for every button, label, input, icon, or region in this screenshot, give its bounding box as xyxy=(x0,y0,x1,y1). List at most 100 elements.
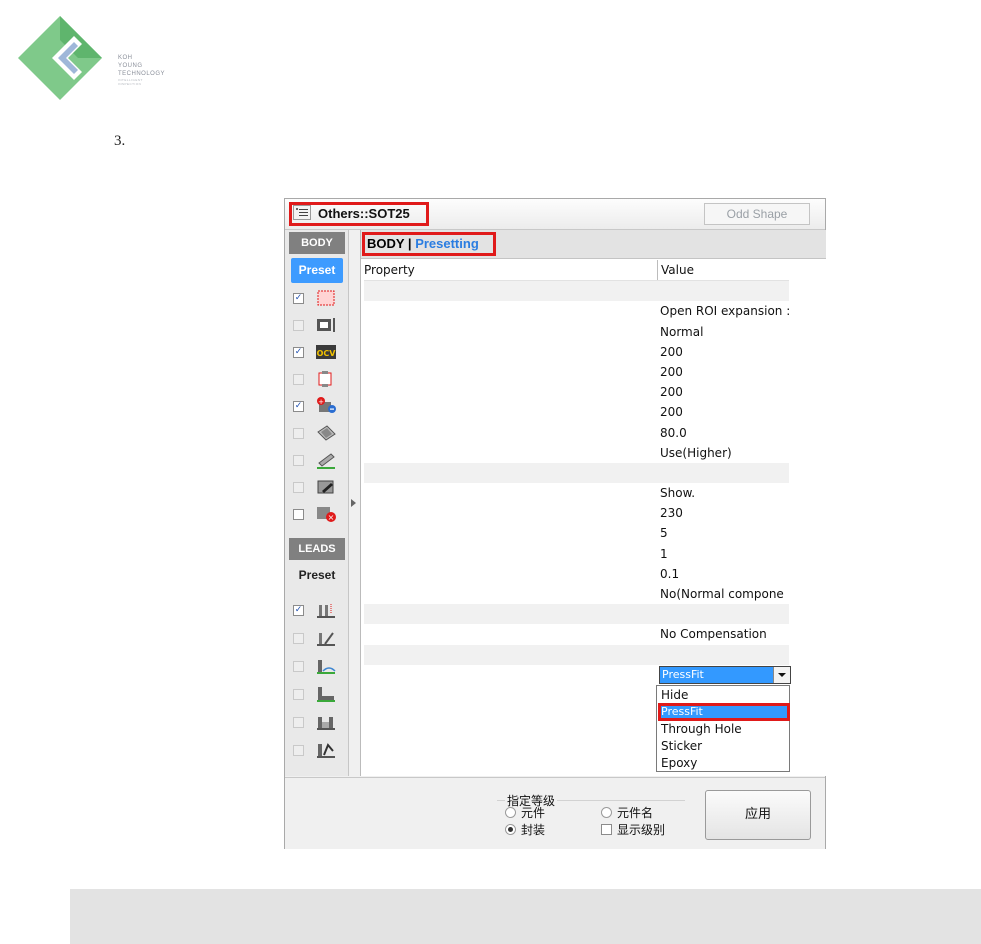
body-item-checkbox[interactable]: ✓ xyxy=(293,293,304,304)
sidebar-collapse-arrow-icon[interactable] xyxy=(351,499,356,507)
svg-text:+: + xyxy=(318,398,324,406)
presetting-tab[interactable]: Presetting xyxy=(415,236,479,251)
dropdown-option[interactable]: Through Hole xyxy=(659,721,787,737)
lead-angle-icon[interactable] xyxy=(315,629,337,647)
property-value: Normal xyxy=(660,324,704,339)
chevron-down-icon[interactable] xyxy=(773,666,790,683)
lead-item-checkbox[interactable] xyxy=(293,661,304,672)
step-number: 3. xyxy=(114,133,126,149)
property-row[interactable]: 基础 ROI 对齐模式Normal xyxy=(364,321,789,342)
body-item-checkbox[interactable]: ✓ xyxy=(293,401,304,412)
body-outline-icon[interactable] xyxy=(315,370,337,388)
panel-header: BODY | Presetting xyxy=(361,230,826,259)
category-row[interactable]: −3D ParameterShow Advanced xyxy=(364,281,789,302)
property-row[interactable]: 底部(um)200 xyxy=(364,402,789,423)
company-logo: KOH YOUNG TECHNOLOGY INTELLIGENT INSPECT… xyxy=(18,14,178,104)
property-row[interactable]: 幅度阈值(0-255)1 xyxy=(364,543,789,564)
leads-preset-button[interactable]: Preset xyxy=(291,564,343,586)
presetting-highlight-box: BODY | Presetting xyxy=(362,232,496,256)
property-row[interactable]: 编辑噪点阈值Show. xyxy=(364,483,789,504)
property-row[interactable]: 右侧(um)200 xyxy=(364,382,789,403)
property-value: Use(Higher) xyxy=(660,445,732,460)
component-radio[interactable] xyxy=(505,807,516,818)
property-row[interactable]: 暗度阈值（灰阶）5 xyxy=(364,523,789,544)
component-title: Others::SOT25 xyxy=(318,206,410,221)
odd-shape-button[interactable]: Odd Shape xyxy=(704,203,810,225)
property-value: 200 xyxy=(660,344,683,359)
body-item-checkbox[interactable] xyxy=(293,374,304,385)
body-preset-button[interactable]: Preset xyxy=(291,258,343,283)
body-item-checkbox[interactable] xyxy=(293,428,304,439)
lead-solder-icon[interactable] xyxy=(315,657,337,675)
edit-component-icon[interactable] xyxy=(315,478,337,496)
property-value: Show. xyxy=(660,486,696,501)
lead-height-icon[interactable] xyxy=(315,601,337,619)
property-row[interactable]: 亮度阈值（灰阶）230 xyxy=(364,503,789,524)
show-level-checkbox[interactable] xyxy=(601,824,612,835)
body-item-checkbox[interactable] xyxy=(293,455,304,466)
lead-foot-icon[interactable] xyxy=(315,685,337,703)
rotate-body-icon[interactable] xyxy=(315,424,337,442)
property-row[interactable]: 测量范围(%)80.0 xyxy=(364,422,789,443)
property-row[interactable]: 顶部(um)200 xyxy=(364,361,789,382)
dropdown-option[interactable]: Epoxy xyxy=(659,755,787,771)
apply-button[interactable]: 应用 xyxy=(705,790,811,840)
component-radio-label: 元件 xyxy=(521,806,546,820)
property-value: 200 xyxy=(660,364,683,379)
package-radio-label: 封装 xyxy=(521,823,546,837)
leads-section-header: LEADS xyxy=(289,538,345,560)
lead-item-checkbox[interactable] xyxy=(293,633,304,644)
lead-bend-icon[interactable] xyxy=(315,741,337,759)
body-item-checkbox[interactable] xyxy=(293,482,304,493)
property-value: 200 xyxy=(660,405,683,420)
property-value: Open ROI expansion : xyxy=(660,304,789,319)
package-radio[interactable] xyxy=(505,824,516,835)
svg-text:OCV: OCV xyxy=(317,349,337,358)
property-row[interactable]: 左侧(um)200 xyxy=(364,341,789,362)
lead-pair-icon[interactable] xyxy=(315,713,337,731)
lead-item-checkbox[interactable] xyxy=(293,745,304,756)
show-level-label: 显示级别 xyxy=(617,823,666,837)
property-value: 5 xyxy=(660,526,668,541)
body-item-checkbox[interactable] xyxy=(293,509,304,520)
selected-option-highlight-box xyxy=(658,703,790,721)
category-row[interactable]: −Parameter xyxy=(364,644,789,665)
ocv-icon[interactable]: OCV xyxy=(315,343,337,361)
lead-item-checkbox[interactable] xyxy=(293,689,304,700)
dropdown-option[interactable]: Sticker xyxy=(659,738,787,754)
dropdown-option[interactable]: Hide xyxy=(659,687,787,703)
property-row[interactable]: 更高测量Use(Higher) xyxy=(364,442,789,463)
inspection-type-dropdown: Hide PressFit Through Hole Sticker Epoxy xyxy=(656,685,790,772)
category-row[interactable]: −3D Base Parameter xyxy=(364,604,789,625)
body-section-header: BODY xyxy=(289,232,345,254)
value-column-header: Value xyxy=(657,260,789,280)
property-column-header: Property xyxy=(364,263,415,277)
reject-icon[interactable]: × xyxy=(315,505,337,523)
category-row[interactable]: −3D Noise Parameter xyxy=(364,462,789,484)
level-group: 指定等级 元件 封装 元件名 显示级别 xyxy=(497,792,687,846)
body-item-checkbox[interactable] xyxy=(293,320,304,331)
body-align-icon[interactable] xyxy=(315,316,337,334)
property-row[interactable]: 可见度阈值(0-1.0)0.1 xyxy=(364,563,789,584)
property-grid: Property Value −3D ParameterShow Advance… xyxy=(364,260,791,685)
roi-box-icon[interactable] xyxy=(315,289,337,307)
inspection-type-select[interactable]: PressFit xyxy=(659,665,791,684)
svg-text:×: × xyxy=(328,513,335,522)
lead-item-checkbox[interactable] xyxy=(293,717,304,728)
property-row[interactable]: 编辑基准面ROI区域Open ROI expansion : xyxy=(364,301,789,322)
pencil-icon[interactable] xyxy=(315,451,337,469)
property-row[interactable]: 白色部件No(Normal compone xyxy=(364,584,789,604)
lead-item-checkbox[interactable]: ✓ xyxy=(293,605,304,616)
property-value: 80.0 xyxy=(660,425,687,440)
logo-diamond-icon xyxy=(18,16,102,100)
property-value: 1 xyxy=(660,546,668,561)
property-row[interactable]: 选择检查类型PressFit xyxy=(364,665,791,685)
add-remove-icon[interactable]: + xyxy=(315,396,337,414)
property-value: 230 xyxy=(660,506,683,521)
component-name-radio[interactable] xyxy=(601,807,612,818)
bottom-bar: 指定等级 元件 封装 元件名 显示级别 应用 xyxy=(285,777,825,849)
body-item-checkbox[interactable]: ✓ xyxy=(293,347,304,358)
property-row[interactable]: Y2(um)No Compensation xyxy=(364,624,789,645)
menu-icon[interactable] xyxy=(293,205,311,220)
inspection-window: Others::SOT25 Odd Shape BODY Preset ✓ ✓ … xyxy=(284,198,826,849)
